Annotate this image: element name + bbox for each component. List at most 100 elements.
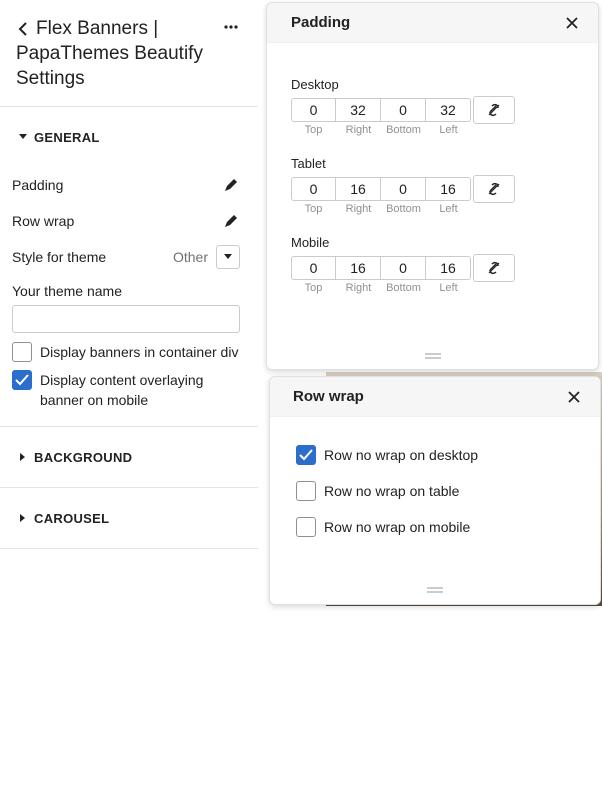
padding-desktop-left-input[interactable]: 32: [426, 98, 471, 122]
padding-desktop-top-input[interactable]: 0: [291, 98, 336, 122]
padding-tablet-top-input[interactable]: 0: [291, 177, 336, 201]
caret-down-icon: [18, 132, 28, 142]
row-wrap-mobile-checkbox[interactable]: [296, 517, 316, 537]
page-title-line1: Flex Banners |: [36, 18, 159, 39]
section-general-body: Padding Row wrap Style for theme Other Y…: [0, 167, 258, 426]
caret-right-icon: [18, 513, 28, 523]
row-wrap-table-checkbox[interactable]: [296, 481, 316, 501]
chevron-left-icon: [18, 22, 27, 36]
link-icon: [488, 182, 500, 196]
padding-mobile-inputs: 0 Top 16 Right 0 Bottom 16 Left: [291, 254, 598, 294]
close-button[interactable]: [564, 15, 580, 31]
link-values-button[interactable]: [473, 96, 515, 124]
padding-mobile-right-input[interactable]: 16: [336, 256, 381, 280]
padding-desktop-right-input[interactable]: 32: [336, 98, 381, 122]
page-title: Flex Banners | PapaThemes Beautify Setti…: [16, 16, 242, 91]
padding-right-sublabel: Right: [345, 124, 372, 136]
link-values-button[interactable]: [473, 254, 515, 282]
style-for-theme-row: Style for theme Other: [12, 239, 240, 275]
row-wrap-popover-title: Row wrap: [293, 388, 364, 405]
padding-label: Padding: [12, 177, 64, 193]
row-wrap-options: Row no wrap on desktop Row no wrap on ta…: [270, 437, 600, 545]
checkmark-icon: [299, 449, 313, 461]
checkmark-icon: [15, 374, 29, 386]
section-background: BACKGROUND: [0, 427, 258, 488]
page-title-line2: PapaThemes Beautify: [16, 43, 203, 64]
padding-top-sublabel: Top: [304, 124, 323, 136]
back-button[interactable]: [14, 18, 32, 40]
more-actions-button[interactable]: [222, 20, 240, 34]
padding-right-sublabel: Right: [345, 282, 372, 294]
link-values-button[interactable]: [473, 175, 515, 203]
padding-desktop-bottom-input[interactable]: 0: [381, 98, 426, 122]
caret-right-icon: [18, 452, 28, 462]
row-wrap-popover-header: Row wrap: [270, 377, 600, 417]
row-wrap-popover: Row wrap Row no wrap on desktop Row no w…: [269, 376, 601, 605]
style-for-theme-select[interactable]: Other: [173, 245, 240, 269]
display-container-checkbox[interactable]: [12, 342, 32, 362]
link-icon: [488, 103, 500, 117]
padding-tablet-left-input[interactable]: 16: [426, 177, 471, 201]
padding-tablet-label: Tablet: [291, 156, 326, 171]
padding-mobile-group: Mobile 0 Top 16 Right 0 Bottom 16 Left: [291, 235, 598, 294]
padding-left-sublabel: Left: [439, 124, 458, 136]
page-title-line3: Settings: [16, 68, 85, 89]
padding-right-sublabel: Right: [345, 203, 372, 215]
padding-left-sublabel: Left: [439, 282, 458, 294]
select-arrow-icon[interactable]: [216, 245, 240, 269]
row-wrap-mobile-option: Row no wrap on mobile: [296, 509, 600, 545]
section-background-title: BACKGROUND: [34, 449, 133, 465]
padding-desktop-inputs: 0 Top 32 Right 0 Bottom 32 Left: [291, 96, 598, 136]
display-container-label: Display banners in container div: [40, 344, 239, 360]
padding-mobile-left-input[interactable]: 16: [426, 256, 471, 280]
row-wrap-table-option: Row no wrap on table: [296, 473, 600, 509]
padding-tablet-group: Tablet 0 Top 16 Right 0 Bottom 16 Left: [291, 156, 598, 215]
style-for-theme-value: Other: [172, 249, 208, 265]
padding-top-sublabel: Top: [304, 203, 323, 215]
row-wrap-label: Row wrap: [12, 213, 75, 229]
padding-tablet-right-input[interactable]: 16: [336, 177, 381, 201]
overlay-option: Display content overlaying banner on mob…: [12, 370, 240, 410]
section-general: GENERAL Padding Row wrap Style for theme…: [0, 107, 258, 427]
padding-popover-title: Padding: [291, 14, 351, 31]
row-wrap-table-label: Row no wrap on table: [324, 483, 460, 499]
link-icon: [488, 261, 500, 275]
row-wrap-setting-row: Row wrap: [12, 203, 240, 239]
close-icon: [568, 390, 580, 403]
display-container-option: Display banners in container div: [12, 342, 240, 362]
row-wrap-mobile-label: Row no wrap on mobile: [324, 519, 471, 535]
pencil-icon[interactable]: [222, 212, 240, 230]
close-button[interactable]: [566, 389, 582, 405]
padding-bottom-sublabel: Bottom: [386, 203, 421, 215]
theme-name-input[interactable]: [12, 305, 240, 333]
pencil-icon[interactable]: [222, 176, 240, 194]
settings-sidebar: Flex Banners | PapaThemes Beautify Setti…: [0, 0, 258, 808]
padding-tablet-inputs: 0 Top 16 Right 0 Bottom 16 Left: [291, 175, 598, 215]
padding-setting-row: Padding: [12, 167, 240, 203]
padding-popover: Padding Desktop 0 Top 32 Right 0 Bottom 32 L…: [266, 2, 599, 370]
theme-name-label: Your theme name: [12, 283, 122, 299]
close-icon: [566, 16, 578, 29]
drag-handle-icon[interactable]: [424, 353, 441, 359]
section-general-header[interactable]: GENERAL: [0, 107, 258, 167]
padding-mobile-bottom-input[interactable]: 0: [381, 256, 426, 280]
padding-mobile-top-input[interactable]: 0: [291, 256, 336, 280]
padding-desktop-group: Desktop 0 Top 32 Right 0 Bottom 32 Left: [291, 77, 598, 136]
padding-desktop-label: Desktop: [291, 77, 339, 92]
padding-tablet-bottom-input[interactable]: 0: [381, 177, 426, 201]
section-general-title: GENERAL: [34, 129, 100, 145]
section-carousel: CAROUSEL: [0, 488, 258, 549]
section-carousel-header[interactable]: CAROUSEL: [0, 488, 258, 548]
padding-left-sublabel: Left: [439, 203, 458, 215]
drag-handle-icon[interactable]: [427, 587, 443, 593]
section-carousel-title: CAROUSEL: [34, 510, 110, 526]
row-wrap-desktop-option: Row no wrap on desktop: [296, 437, 600, 473]
overlay-checkbox[interactable]: [12, 370, 32, 390]
row-wrap-desktop-label: Row no wrap on desktop: [324, 447, 479, 463]
section-background-header[interactable]: BACKGROUND: [0, 427, 258, 487]
overlay-label: Display content overlaying banner on mob…: [40, 372, 204, 408]
padding-popover-header: Padding: [267, 3, 598, 43]
row-wrap-desktop-checkbox[interactable]: [296, 445, 316, 465]
style-for-theme-label: Style for theme: [12, 249, 107, 265]
more-horizontal-icon: [224, 25, 238, 29]
